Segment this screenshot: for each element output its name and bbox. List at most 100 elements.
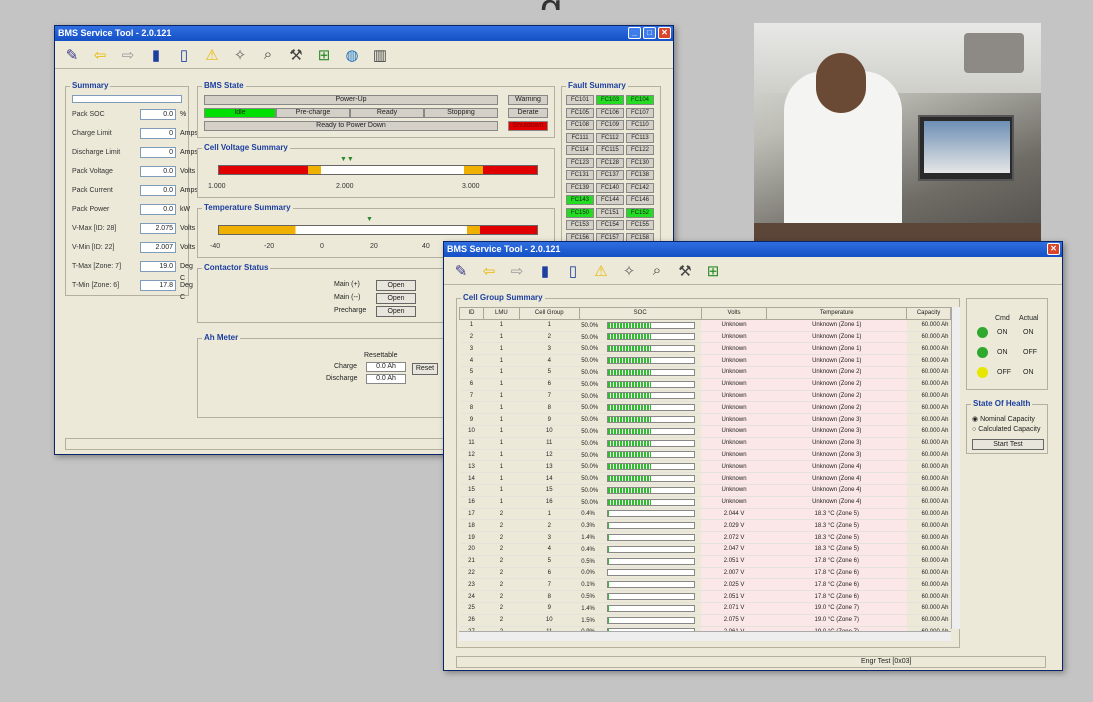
contactor-main-minus-state[interactable]: Open: [376, 293, 416, 304]
col-header-volts[interactable]: Volts: [700, 307, 768, 320]
forward-arrow-icon[interactable]: ⇨: [117, 44, 139, 66]
table-row[interactable]: 15 1 15 50.0% Unknown Unknown (Zone 4) 60.000 …: [459, 484, 951, 497]
close-button[interactable]: ✕: [1047, 243, 1060, 255]
cell-temperature: 18.3 °C (Zone 5): [766, 519, 907, 533]
network-icon[interactable]: ⊞: [702, 260, 724, 282]
cell-soc: 0.5%: [579, 590, 702, 603]
cell-volts: 2.025 V: [701, 578, 767, 592]
cell-temperature: Unknown (Zone 3): [766, 413, 907, 426]
fault-code-fc154: FC154: [596, 220, 624, 230]
contactor-cmd-value: OFF: [997, 369, 1011, 376]
table-row[interactable]: 4 1 4 50.0% Unknown Unknown (Zone 1) 60.000 Ah: [459, 354, 951, 367]
network-icon[interactable]: ⊞: [313, 44, 335, 66]
cell-group-table: ID LMU Cell Group SOC Volts Temperature …: [459, 307, 951, 639]
cell-soc: 1.4%: [579, 531, 702, 544]
cell-capacity: 60.000 Ah: [906, 472, 951, 485]
partial-heading-text: g: [540, 0, 640, 10]
cell-soc: 50.0%: [579, 342, 702, 356]
cell-temperature: Unknown (Zone 4): [766, 472, 907, 485]
cell-soc-bar: [607, 534, 696, 541]
start-test-button[interactable]: Start Test: [972, 439, 1044, 450]
panel-icon[interactable]: ▥: [369, 44, 391, 66]
battery-icon[interactable]: ▯: [173, 44, 195, 66]
window-titlebar[interactable]: BMS Service Tool - 2.0.121 ✕: [444, 242, 1062, 257]
cell-id: 10: [459, 425, 484, 438]
minimize-button[interactable]: _: [628, 27, 641, 39]
fault-code-fc137: FC137: [596, 170, 624, 180]
table-row[interactable]: 6 1 6 50.0% Unknown Unknown (Zone 2) 60.000 Ah: [459, 378, 951, 391]
cell-group-number: 1: [519, 319, 580, 332]
table-row[interactable]: 19 2 3 1.4% 2.072 V 18.3 °C (Zone 5) 60.000 Ah: [459, 531, 951, 544]
table-row[interactable]: 21 2 5 0.5% 2.051 V 17.8 °C (Zone 6) 60.000 Ah: [459, 555, 951, 568]
col-header-cell-group[interactable]: Cell Group: [518, 307, 580, 320]
col-header-soc[interactable]: SOC: [578, 307, 702, 320]
contactor-main-plus-state[interactable]: Open: [376, 280, 416, 291]
table-horizontal-scrollbar[interactable]: [459, 631, 951, 641]
window-titlebar[interactable]: BMS Service Tool - 2.0.121 _ □ ✕: [55, 26, 673, 41]
back-arrow-icon[interactable]: ⇦: [478, 260, 500, 282]
wizard-icon[interactable]: ✧: [618, 260, 640, 282]
cell-soc-fill: [608, 546, 610, 552]
back-arrow-icon[interactable]: ⇦: [89, 44, 111, 66]
globe-icon[interactable]: ◍: [341, 44, 363, 66]
table-row[interactable]: 3 1 3 50.0% Unknown Unknown (Zone 1) 60.000 Ah: [459, 342, 951, 356]
table-vertical-scrollbar[interactable]: [951, 307, 960, 629]
table-row[interactable]: 1 1 1 50.0% Unknown Unknown (Zone 1) 60.000 Ah: [459, 319, 951, 332]
brush-icon[interactable]: ✎: [61, 44, 83, 66]
table-row[interactable]: 23 2 7 0.1% 2.025 V 17.8 °C (Zone 6) 60.000 Ah: [459, 578, 951, 592]
battery-pack-icon[interactable]: ▮: [145, 44, 167, 66]
contactor-precharge-state[interactable]: Open: [376, 306, 416, 317]
table-row[interactable]: 14 1 14 50.0% Unknown Unknown (Zone 4) 60.000 …: [459, 472, 951, 485]
cell-soc: 50.0%: [579, 390, 702, 403]
col-header-id[interactable]: ID: [459, 307, 484, 320]
battery-pack-icon[interactable]: ▮: [534, 260, 556, 282]
table-row[interactable]: 7 1 7 50.0% Unknown Unknown (Zone 2) 60.000 Ah: [459, 390, 951, 403]
table-row[interactable]: 13 1 13 50.0% Unknown Unknown (Zone 4) 60.000 …: [459, 460, 951, 474]
cell-soc: 50.0%: [579, 354, 702, 367]
cell-group-number: 10: [519, 614, 580, 627]
table-row[interactable]: 25 2 9 1.4% 2.071 V 19.0 °C (Zone 7) 60.000 Ah: [459, 602, 951, 615]
wizard-icon[interactable]: ✧: [229, 44, 251, 66]
col-header-temperature[interactable]: Temperature: [766, 307, 908, 320]
cell-volts: Unknown: [701, 472, 767, 485]
close-button[interactable]: ✕: [658, 27, 671, 39]
calculated-capacity-radio[interactable]: ○ Calculated Capacity: [972, 426, 1040, 433]
cell-soc-text: 0.5%: [581, 594, 595, 601]
table-row[interactable]: 16 1 16 50.0% Unknown Unknown (Zone 4) 60.000 …: [459, 496, 951, 509]
warning-icon[interactable]: ⚠: [590, 260, 612, 282]
forward-arrow-icon[interactable]: ⇨: [506, 260, 528, 282]
cell-soc-fill: [608, 476, 652, 482]
table-row[interactable]: 5 1 5 50.0% Unknown Unknown (Zone 2) 60.000 Ah: [459, 366, 951, 379]
cell-lmu: 2: [483, 531, 520, 544]
brush-icon[interactable]: ✎: [450, 260, 472, 282]
table-row[interactable]: 11 1 11 50.0% Unknown Unknown (Zone 3) 60.000 …: [459, 437, 951, 450]
table-row[interactable]: 26 2 10 1.5% 2.075 V 19.0 °C (Zone 7) 60.000 A…: [459, 614, 951, 627]
hammer-icon[interactable]: ⚒: [285, 44, 307, 66]
table-row[interactable]: 10 1 10 50.0% Unknown Unknown (Zone 3) 60.000 …: [459, 425, 951, 438]
cell-capacity: 60.000 Ah: [906, 354, 951, 367]
maximize-button[interactable]: □: [643, 27, 656, 39]
col-header-lmu[interactable]: LMU: [482, 307, 520, 320]
cell-soc-bar: [607, 392, 696, 400]
cell-id: 19: [459, 531, 484, 544]
col-header-capacity[interactable]: Capacity: [906, 307, 951, 320]
battery-icon[interactable]: ▯: [562, 260, 584, 282]
cell-id: 24: [459, 590, 484, 603]
cell-lmu: 1: [483, 366, 520, 379]
magnifier-icon[interactable]: ⌕: [646, 260, 668, 282]
table-row[interactable]: 18 2 2 0.3% 2.029 V 18.3 °C (Zone 5) 60.000 Ah: [459, 519, 951, 533]
cell-capacity: 60.000 Ah: [906, 390, 951, 403]
table-row[interactable]: 8 1 8 50.0% Unknown Unknown (Zone 2) 60.000 Ah: [459, 401, 951, 415]
table-row[interactable]: 2 1 2 50.0% Unknown Unknown (Zone 1) 60.000 Ah: [459, 331, 951, 344]
ah-reset-button[interactable]: Reset: [412, 363, 438, 375]
table-row[interactable]: 20 2 4 0.4% 2.047 V 18.3 °C (Zone 5) 60.000 Ah: [459, 543, 951, 556]
table-row[interactable]: 12 1 12 50.0% Unknown Unknown (Zone 3) 60.000 …: [459, 449, 951, 462]
hammer-icon[interactable]: ⚒: [674, 260, 696, 282]
table-row[interactable]: 9 1 9 50.0% Unknown Unknown (Zone 3) 60.000 Ah: [459, 413, 951, 426]
table-row[interactable]: 17 2 1 0.4% 2.044 V 18.3 °C (Zone 5) 60.000 Ah: [459, 508, 951, 521]
warning-icon[interactable]: ⚠: [201, 44, 223, 66]
magnifier-icon[interactable]: ⌕: [257, 44, 279, 66]
table-row[interactable]: 22 2 6 0.0% 2.007 V 17.8 °C (Zone 6) 60.000 Ah: [459, 567, 951, 580]
table-row[interactable]: 24 2 8 0.5% 2.051 V 17.8 °C (Zone 6) 60.000 Ah: [459, 590, 951, 603]
nominal-capacity-radio[interactable]: ◉ Nominal Capacity: [972, 415, 1035, 423]
